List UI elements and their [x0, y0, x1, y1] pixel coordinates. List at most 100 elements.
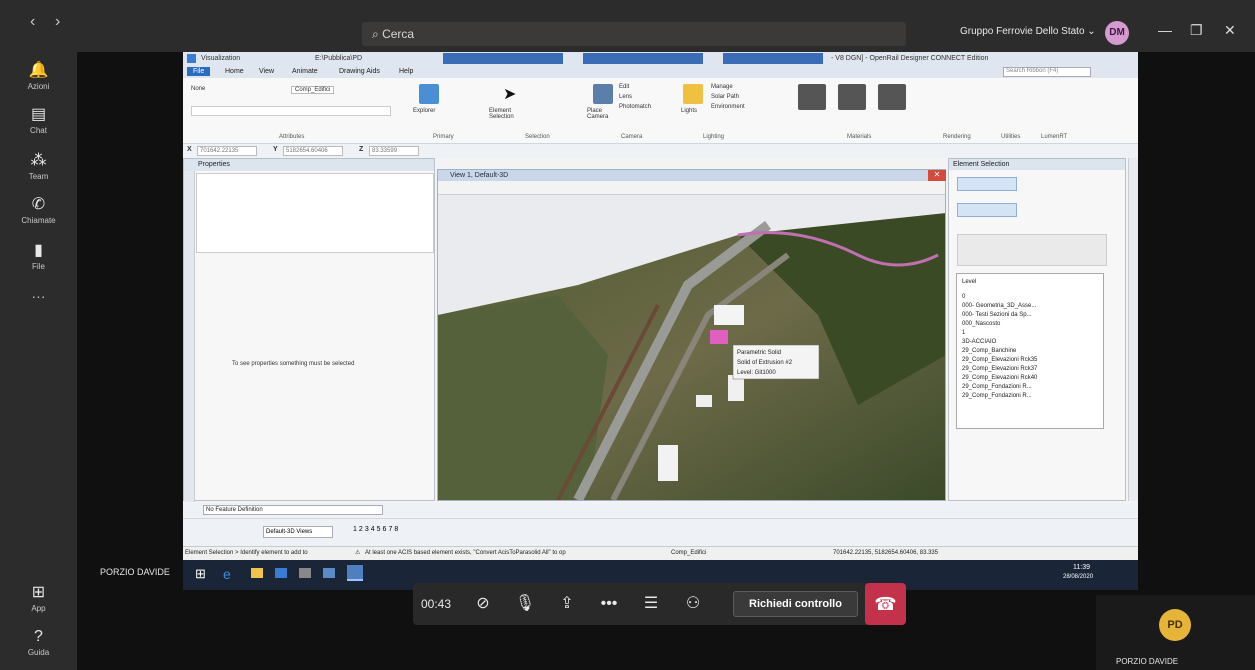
material-swatch-2[interactable] [838, 84, 866, 110]
share-screen-icon[interactable]: ⇪ [547, 583, 587, 625]
request-control-button[interactable]: Richiedi controllo [733, 591, 858, 617]
status-prompt: Element Selection > Identify element to … [185, 550, 308, 556]
minimize-icon[interactable]: — [1158, 22, 1172, 38]
material-swatch-1[interactable] [798, 84, 826, 110]
select-arrow-icon[interactable]: ➤ [503, 84, 523, 104]
view-close-icon[interactable]: ✕ [928, 170, 946, 181]
explorer-label: Explorer [413, 108, 436, 114]
back-arrow-icon[interactable]: ‹ [30, 13, 35, 31]
camera-off-icon[interactable]: ⊘ [463, 583, 503, 625]
list-item[interactable]: 29_Comp_Fondazioni R... [962, 383, 1098, 392]
app-icon[interactable] [299, 568, 311, 578]
tooltip-line-2: Solid of Extrusion #2 [737, 360, 793, 366]
bell-icon: 🔔 [28, 62, 49, 79]
solar-path-button[interactable]: Solar Path [711, 94, 739, 100]
participants-icon[interactable]: ⚇ [673, 583, 713, 625]
rail-item-calls[interactable]: ✆ Chiamate [0, 194, 77, 225]
list-item[interactable]: 29_Comp_Elevazioni Rck40 [962, 374, 1098, 383]
group-materials: Materials [847, 134, 872, 140]
ribbon-search[interactable]: Search Ribbon (F4) [1003, 67, 1091, 77]
workflow-selector[interactable]: Visualization [201, 55, 240, 62]
list-item[interactable]: 29_Comp_Banchine [962, 347, 1098, 356]
warning-icon: ⚠ [355, 550, 361, 556]
filter-tabs[interactable] [957, 234, 1107, 266]
app-title: - V8 DGN] - OpenRail Designer CONNECT Ed… [831, 55, 989, 62]
maximize-icon[interactable]: ❐ [1190, 22, 1203, 39]
environment-button[interactable]: Environment [711, 104, 745, 110]
list-item[interactable]: 29_Comp_Fondazioni R... [962, 392, 1098, 401]
view-title: View 1, Default-3D [438, 170, 945, 181]
selection-method-buttons[interactable] [957, 203, 1017, 217]
manage-lights-button[interactable]: Manage [711, 84, 733, 90]
tab-help[interactable]: Help [393, 67, 419, 76]
rail-item-chat[interactable]: ▤ Chat [0, 104, 77, 135]
material-swatch-3[interactable] [878, 84, 906, 110]
properties-selection-list[interactable] [196, 173, 434, 253]
microphone-icon[interactable]: 🎙 [505, 583, 545, 625]
windows-start-icon[interactable]: ⊞ [195, 566, 206, 582]
y-coordinate-field[interactable]: 5182654.60406 [283, 146, 343, 156]
rail-item-more[interactable]: ··· [0, 288, 77, 304]
more-options-icon[interactable]: ••• [589, 583, 629, 625]
forward-arrow-icon[interactable]: › [55, 13, 60, 31]
list-item[interactable]: 000- Testi Sezioni da Sp... [962, 311, 1098, 320]
clock-date: 28/08/2020 [1063, 574, 1094, 580]
aerial-3d-model[interactable]: Parametric Solid Solid of Extrusion #2 L… [438, 195, 945, 500]
list-item[interactable]: 29_Comp_Elevazioni Rck35 [962, 356, 1098, 365]
view-number-buttons[interactable]: 12345678 [353, 526, 400, 533]
explorer-button[interactable] [419, 84, 439, 104]
edge-icon[interactable]: e [223, 566, 231, 582]
tab-drawing-aids[interactable]: Drawing Aids [333, 67, 386, 76]
element-template-combo[interactable]: None [191, 86, 205, 92]
attributes-row[interactable] [191, 106, 391, 116]
list-item[interactable]: 000_Nascosto [962, 320, 1098, 329]
explorer-side-tabs[interactable] [184, 171, 195, 502]
list-item[interactable]: 0 [962, 293, 1098, 302]
list-item[interactable]: 000- Geometria_3D_Asse... [962, 302, 1098, 311]
tab-home[interactable]: Home [219, 67, 250, 76]
tab-file[interactable]: File [187, 67, 211, 76]
rail-item-apps[interactable]: ⊞ App [0, 582, 77, 613]
quick-access-toolbar[interactable] [443, 53, 563, 64]
org-switcher[interactable]: Gruppo Ferrovie Dello Stato ⌄ [960, 26, 1096, 37]
folder-icon[interactable] [251, 568, 263, 578]
hang-up-button[interactable]: ☎ [865, 583, 906, 625]
photomatch-button[interactable]: Photomatch [619, 104, 651, 110]
tab-animate[interactable]: Animate [286, 67, 324, 76]
list-item[interactable]: 29_Comp_Elevazioni Rck37 [962, 365, 1098, 374]
feature-definition-combo[interactable]: No Feature Definition [203, 505, 383, 515]
properties-title: Properties [184, 159, 434, 171]
outlook-icon[interactable] [275, 568, 287, 578]
place-camera-button[interactable] [593, 84, 613, 104]
rail-item-help[interactable]: ? Guida [0, 628, 77, 657]
lens-button[interactable]: Lens [619, 94, 632, 100]
view-groups-combo[interactable]: Default-3D Views [263, 526, 333, 538]
list-item[interactable]: 3D-ACCIAIO [962, 338, 1098, 347]
view-toolbar[interactable] [438, 181, 945, 195]
rail-item-teams[interactable]: ⁂ Team [0, 150, 77, 181]
x-coordinate-field[interactable]: 701642.22135 [197, 146, 257, 156]
file-path: E:\Pubblica\PD [315, 55, 363, 62]
apps-icon: ⊞ [31, 584, 46, 601]
avatar[interactable]: DM [1105, 21, 1129, 45]
list-item[interactable]: 1 [962, 329, 1098, 338]
status-active-level[interactable]: Comp_Edifici [671, 547, 706, 560]
level-list[interactable]: Level 0 000- Geometria_3D_Asse... 000- T… [956, 273, 1104, 429]
app-icon[interactable] [323, 568, 335, 578]
z-coordinate-field[interactable]: 83.33599 [369, 146, 419, 156]
tab-view[interactable]: View [253, 67, 280, 76]
rail-item-files[interactable]: ▮ File [0, 240, 77, 271]
search-input[interactable]: ⌕ Cerca [362, 22, 906, 46]
openrail-icon[interactable] [347, 565, 363, 581]
properties-panel: Properties To see properties something m… [183, 158, 435, 502]
selection-mode-buttons[interactable] [957, 177, 1017, 191]
edit-camera-button[interactable]: Edit [619, 84, 629, 90]
rail-item-activity[interactable]: 🔔 Azioni [0, 60, 77, 91]
group-lumenrt: LumenRT [1041, 134, 1068, 140]
active-level-combo[interactable]: Comp_Edifici [291, 86, 335, 94]
level-display-side-tab[interactable] [1128, 158, 1138, 501]
lights-button[interactable] [683, 84, 703, 104]
chat-icon[interactable]: ☰ [631, 583, 671, 625]
status-warning: At least one ACIS based element exists, … [365, 550, 566, 556]
close-icon[interactable]: ✕ [1224, 22, 1236, 39]
